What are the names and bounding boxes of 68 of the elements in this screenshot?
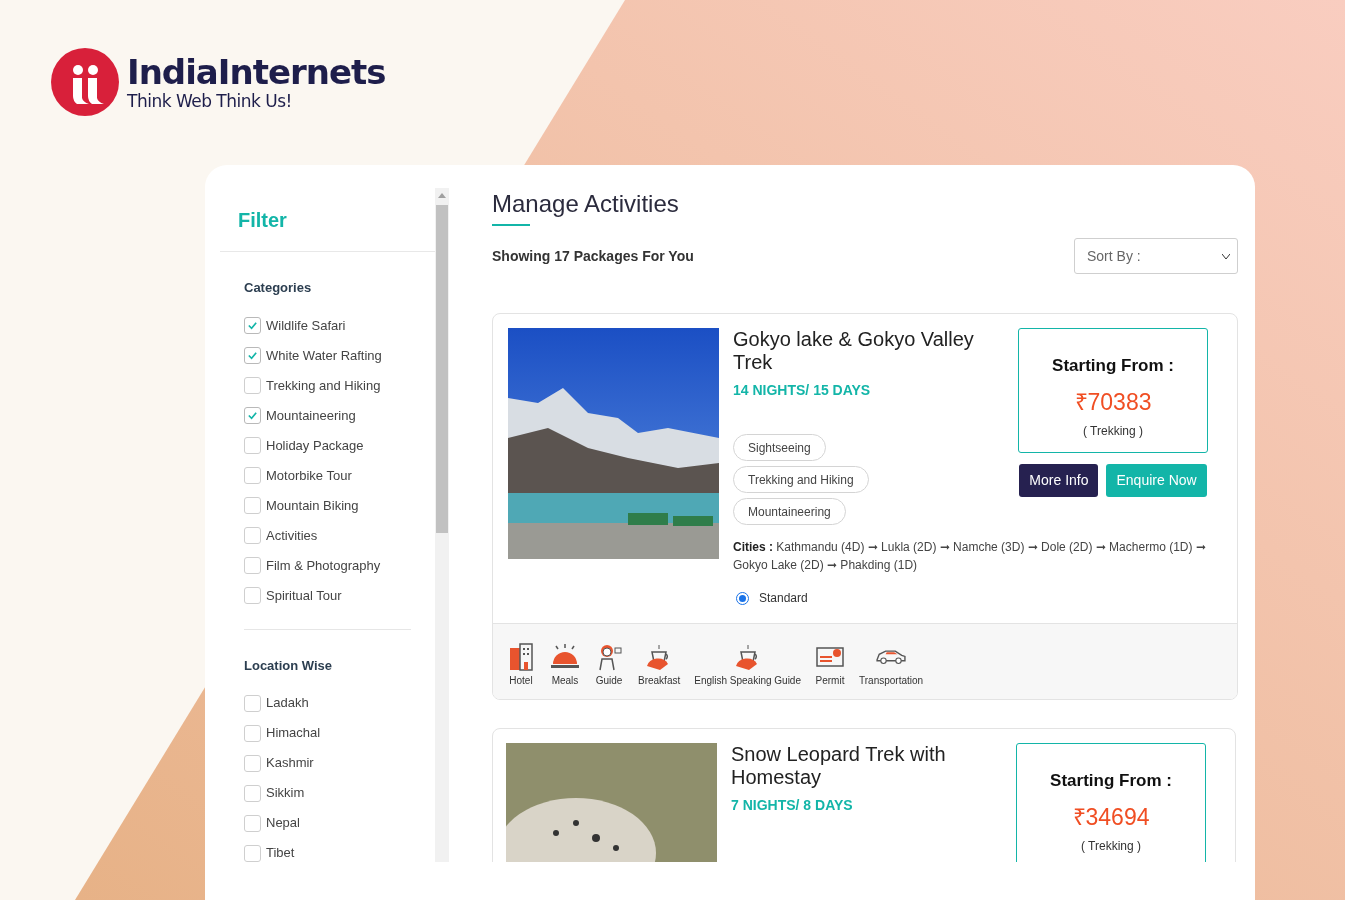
filter-option-label[interactable]: Spiritual Tour (266, 585, 342, 606)
checkbox[interactable] (244, 437, 261, 454)
price-label: Starting From : (1050, 770, 1172, 792)
more-info-button[interactable]: More Info (1019, 464, 1099, 497)
check-icon (247, 320, 258, 331)
checkbox[interactable] (244, 467, 261, 484)
checkbox[interactable] (244, 754, 261, 772)
results-summary: Showing 17 Packages For You (492, 246, 694, 266)
filter-option-label[interactable]: Sikkim (266, 783, 305, 803)
filter-option-label[interactable]: White Water Rafting (266, 345, 382, 366)
checkbox[interactable] (244, 527, 261, 544)
sidebar-scrollbar[interactable] (435, 188, 449, 862)
checkbox[interactable] (244, 814, 261, 832)
filter-option-label[interactable]: Motorbike Tour (266, 465, 352, 486)
car-icon (876, 650, 907, 664)
filter-option-label[interactable]: Kashmir (266, 753, 314, 773)
filter-option-label[interactable]: Film & Photography (266, 555, 381, 576)
filter-option-label[interactable]: Ladakh (266, 693, 309, 713)
brand-name: IndiaInternets (127, 53, 386, 91)
caret-icon (1222, 253, 1230, 259)
filter-option-label[interactable]: Wildlife Safari (266, 315, 346, 336)
amenity-label: Meals (551, 674, 579, 688)
checkbox[interactable] (244, 347, 261, 364)
price-label: Starting From : (1052, 355, 1174, 377)
price: ₹70383 (1074, 387, 1152, 417)
checkbox[interactable] (244, 724, 261, 742)
amenity-label: Breakfast (638, 674, 681, 688)
cities-route: Cities : Kathmandu (4D) ➞ Lukla (2D) ➞ Namche (3D) ➞ Dole (2D) ➞ Machermo (1D) ➞ Gokyo Lake (2D) ➞ Phakding (1D) (733, 539, 1207, 574)
package-duration: 14 NIGHTS/ 15 DAYS (733, 381, 872, 400)
filter-group-title: Categories (244, 279, 313, 297)
check-icon (247, 410, 258, 421)
amenity-label: Guide (595, 674, 623, 688)
amenity-label: English Speaking Guide (694, 674, 801, 688)
checkbox[interactable] (244, 497, 261, 514)
price: ₹34694 (1072, 802, 1150, 832)
option-label: Standard (759, 590, 808, 607)
checkbox[interactable] (244, 557, 261, 574)
checkbox[interactable] (244, 587, 261, 604)
checkbox[interactable] (244, 844, 261, 862)
amenity-label: Hotel (509, 674, 533, 688)
price-category: ( Trekking ) (1081, 838, 1141, 855)
sort-dropdown[interactable]: Sort By : (1074, 238, 1238, 274)
check-icon (247, 350, 258, 361)
checkbox[interactable] (244, 694, 261, 712)
package-title[interactable]: Snow Leopard Trek with Homestay (731, 743, 1001, 789)
checkbox[interactable] (244, 317, 261, 334)
price-category: ( Trekking ) (1083, 423, 1143, 440)
scroll-up-icon[interactable] (438, 193, 446, 198)
filter-option-label[interactable]: Holiday Package (266, 435, 364, 456)
brand-tagline: Think Web Think Us! (127, 91, 293, 111)
package-duration: 7 NIGHTS/ 8 DAYS (731, 796, 854, 815)
checkbox[interactable] (244, 784, 261, 802)
filter-option-label[interactable]: Tibet (266, 843, 295, 862)
amenity-label: Permit (815, 674, 845, 688)
filter-option-label[interactable]: Trekking and Hiking (266, 375, 381, 396)
checkbox[interactable] (244, 407, 261, 424)
page-title: Manage Activities (492, 189, 680, 219)
filter-option-label[interactable]: Activities (266, 525, 318, 546)
filter-option-label[interactable]: Himachal (266, 723, 321, 743)
filter-title: Filter (238, 207, 287, 233)
filter-option-label[interactable]: Nepal (266, 813, 300, 833)
filter-option-label[interactable]: Mountaineering (266, 405, 356, 426)
filter-option-label[interactable]: Mountain Biking (266, 495, 359, 516)
filter-group-title: Location Wise (244, 656, 333, 675)
package-title[interactable]: Gokyo lake & Gokyo Valley Trek (733, 328, 1003, 374)
amenity-label: Transportation (859, 674, 924, 688)
checkbox[interactable] (244, 377, 261, 394)
logo-icon (51, 48, 119, 116)
